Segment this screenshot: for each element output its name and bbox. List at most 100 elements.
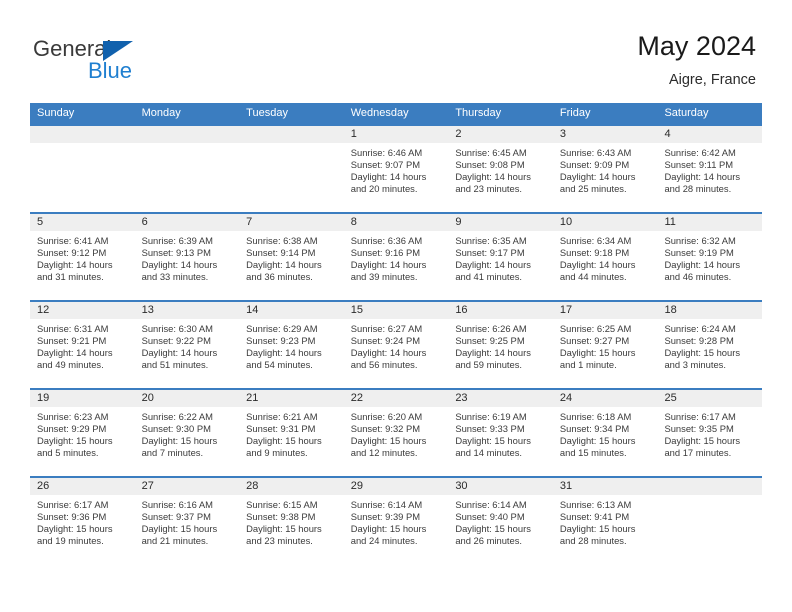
day-cell[interactable]: 30 Sunrise: 6:14 AM Sunset: 9:40 PM Dayl…	[448, 478, 553, 564]
daylight-text-line2: and 19 minutes.	[37, 535, 104, 547]
day-cell[interactable]: 20 Sunrise: 6:22 AM Sunset: 9:30 PM Dayl…	[134, 390, 240, 476]
sunset-text: Sunset: 9:19 PM	[664, 247, 734, 259]
day-detail: Sunrise: 6:15 AM Sunset: 9:38 PM Dayligh…	[239, 495, 344, 547]
generalblue-logo[interactable]: General Blue	[33, 36, 233, 88]
sunset-text: Sunset: 9:22 PM	[141, 335, 211, 347]
day-number: 29	[343, 478, 449, 495]
day-cell[interactable]: 14 Sunrise: 6:29 AM Sunset: 9:23 PM Dayl…	[239, 302, 344, 388]
sunset-text: Sunset: 9:39 PM	[350, 511, 421, 523]
day-cell[interactable]: 21 Sunrise: 6:21 AM Sunset: 9:31 PM Dayl…	[239, 390, 344, 476]
weekday-header-friday: Friday	[559, 107, 591, 119]
daylight-text-line2: and 31 minutes.	[37, 271, 104, 283]
weekday-header-saturday: Saturday	[664, 107, 709, 119]
week-row: 1 Sunrise: 6:46 AM Sunset: 9:07 PM Dayli…	[30, 124, 763, 212]
daylight-text-line1: Daylight: 15 hours	[664, 347, 741, 359]
day-cell[interactable]: 1 Sunrise: 6:46 AM Sunset: 9:07 PM Dayli…	[343, 126, 449, 212]
daylight-text-line2: and 51 minutes.	[141, 359, 209, 371]
day-cell[interactable]: 17 Sunrise: 6:25 AM Sunset: 9:27 PM Dayl…	[552, 302, 658, 388]
daylight-text-line1: Daylight: 15 hours	[455, 435, 531, 447]
daylight-text-line1: Daylight: 15 hours	[141, 435, 218, 447]
day-cell[interactable]	[239, 126, 344, 212]
day-cell[interactable]	[134, 126, 240, 212]
day-cell[interactable]: 7 Sunrise: 6:38 AM Sunset: 9:14 PM Dayli…	[239, 214, 344, 300]
day-number: 24	[552, 390, 658, 407]
day-detail: Sunrise: 6:41 AM Sunset: 9:12 PM Dayligh…	[30, 231, 135, 283]
day-detail: Sunrise: 6:21 AM Sunset: 9:31 PM Dayligh…	[239, 407, 344, 459]
day-cell[interactable]: 26 Sunrise: 6:17 AM Sunset: 9:36 PM Dayl…	[30, 478, 135, 564]
calendar-page: General Blue May 2024 Aigre, France Sund…	[0, 0, 792, 612]
day-number: 14	[239, 302, 344, 319]
sunrise-text: Sunrise: 6:36 AM	[350, 235, 423, 246]
sunset-text: Sunset: 9:17 PM	[455, 247, 525, 259]
day-cell[interactable]: 24 Sunrise: 6:18 AM Sunset: 9:34 PM Dayl…	[552, 390, 658, 476]
day-cell[interactable]: 15 Sunrise: 6:27 AM Sunset: 9:24 PM Dayl…	[343, 302, 449, 388]
daylight-text-line1: Daylight: 15 hours	[559, 347, 636, 359]
day-number: 3	[552, 126, 658, 143]
daylight-text-line2: and 12 minutes.	[350, 447, 418, 459]
daylight-text-line1: Daylight: 14 hours	[246, 347, 322, 359]
day-number: 9	[448, 214, 553, 231]
calendar-grid: Sunday Monday Tuesday Wednesday Thursday…	[30, 103, 763, 564]
day-cell[interactable]: 9 Sunrise: 6:35 AM Sunset: 9:17 PM Dayli…	[448, 214, 553, 300]
weekday-header-sunday: Sunday	[37, 107, 75, 119]
day-cell[interactable]: 31 Sunrise: 6:13 AM Sunset: 9:41 PM Dayl…	[552, 478, 658, 564]
sunset-text: Sunset: 9:25 PM	[455, 335, 525, 347]
day-number: 11	[657, 214, 763, 231]
day-cell[interactable]: 12 Sunrise: 6:31 AM Sunset: 9:21 PM Dayl…	[30, 302, 135, 388]
day-cell[interactable]: 10 Sunrise: 6:34 AM Sunset: 9:18 PM Dayl…	[552, 214, 658, 300]
day-cell[interactable]: 18 Sunrise: 6:24 AM Sunset: 9:28 PM Dayl…	[657, 302, 763, 388]
day-cell[interactable]: 28 Sunrise: 6:15 AM Sunset: 9:38 PM Dayl…	[239, 478, 344, 564]
day-number	[239, 126, 344, 143]
day-cell[interactable]: 19 Sunrise: 6:23 AM Sunset: 9:29 PM Dayl…	[30, 390, 135, 476]
sunrise-text: Sunrise: 6:25 AM	[559, 323, 632, 334]
day-number: 20	[134, 390, 240, 407]
day-cell[interactable]: 4 Sunrise: 6:42 AM Sunset: 9:11 PM Dayli…	[657, 126, 763, 212]
day-cell[interactable]: 8 Sunrise: 6:36 AM Sunset: 9:16 PM Dayli…	[343, 214, 449, 300]
day-cell[interactable]: 3 Sunrise: 6:43 AM Sunset: 9:09 PM Dayli…	[552, 126, 658, 212]
day-cell[interactable]: 13 Sunrise: 6:30 AM Sunset: 9:22 PM Dayl…	[134, 302, 240, 388]
daylight-text-line1: Daylight: 15 hours	[246, 435, 322, 447]
daylight-text-line2: and 28 minutes.	[559, 535, 627, 547]
title-block: May 2024 Aigre, France	[637, 30, 756, 90]
daylight-text-line1: Daylight: 14 hours	[37, 259, 113, 271]
day-detail: Sunrise: 6:30 AM Sunset: 9:22 PM Dayligh…	[135, 319, 240, 371]
daylight-text-line2: and 54 minutes.	[246, 359, 313, 371]
day-cell[interactable]: 16 Sunrise: 6:26 AM Sunset: 9:25 PM Dayl…	[448, 302, 553, 388]
day-cell[interactable]: 23 Sunrise: 6:19 AM Sunset: 9:33 PM Dayl…	[448, 390, 553, 476]
sunrise-text: Sunrise: 6:24 AM	[664, 323, 736, 334]
day-number	[134, 126, 240, 143]
day-cell[interactable]	[30, 126, 135, 212]
day-detail	[239, 143, 344, 147]
sunrise-text: Sunrise: 6:15 AM	[246, 499, 318, 510]
day-cell[interactable]: 29 Sunrise: 6:14 AM Sunset: 9:39 PM Dayl…	[343, 478, 449, 564]
day-number	[30, 126, 135, 143]
day-cell[interactable]: 5 Sunrise: 6:41 AM Sunset: 9:12 PM Dayli…	[30, 214, 135, 300]
day-cell[interactable]	[657, 478, 763, 564]
week-row: 26 Sunrise: 6:17 AM Sunset: 9:36 PM Dayl…	[30, 476, 763, 564]
day-detail: Sunrise: 6:22 AM Sunset: 9:30 PM Dayligh…	[135, 407, 240, 459]
sunset-text: Sunset: 9:28 PM	[664, 335, 734, 347]
day-cell[interactable]: 2 Sunrise: 6:45 AM Sunset: 9:08 PM Dayli…	[448, 126, 553, 212]
logo-text-blue: Blue	[88, 58, 133, 83]
day-cell[interactable]: 6 Sunrise: 6:39 AM Sunset: 9:13 PM Dayli…	[134, 214, 240, 300]
day-number: 31	[552, 478, 658, 495]
sunset-text: Sunset: 9:36 PM	[37, 511, 107, 523]
day-number: 19	[30, 390, 135, 407]
daylight-text-line1: Daylight: 15 hours	[246, 523, 322, 535]
sunset-text: Sunset: 9:40 PM	[455, 511, 525, 523]
day-number: 10	[552, 214, 658, 231]
sunrise-text: Sunrise: 6:13 AM	[559, 499, 632, 510]
sunrise-text: Sunrise: 6:30 AM	[141, 323, 213, 334]
day-detail: Sunrise: 6:26 AM Sunset: 9:25 PM Dayligh…	[448, 319, 553, 371]
sunset-text: Sunset: 9:37 PM	[141, 511, 211, 523]
day-number	[657, 478, 763, 495]
day-cell[interactable]: 27 Sunrise: 6:16 AM Sunset: 9:37 PM Dayl…	[134, 478, 240, 564]
day-cell[interactable]: 11 Sunrise: 6:32 AM Sunset: 9:19 PM Dayl…	[657, 214, 763, 300]
sunrise-text: Sunrise: 6:17 AM	[37, 499, 109, 510]
week-row: 5 Sunrise: 6:41 AM Sunset: 9:12 PM Dayli…	[30, 212, 763, 300]
day-cell[interactable]: 25 Sunrise: 6:17 AM Sunset: 9:35 PM Dayl…	[657, 390, 763, 476]
daylight-text-line2: and 1 minute.	[559, 359, 617, 371]
day-cell[interactable]: 22 Sunrise: 6:20 AM Sunset: 9:32 PM Dayl…	[343, 390, 449, 476]
daylight-text-line1: Daylight: 15 hours	[141, 523, 218, 535]
daylight-text-line2: and 36 minutes.	[246, 271, 313, 283]
